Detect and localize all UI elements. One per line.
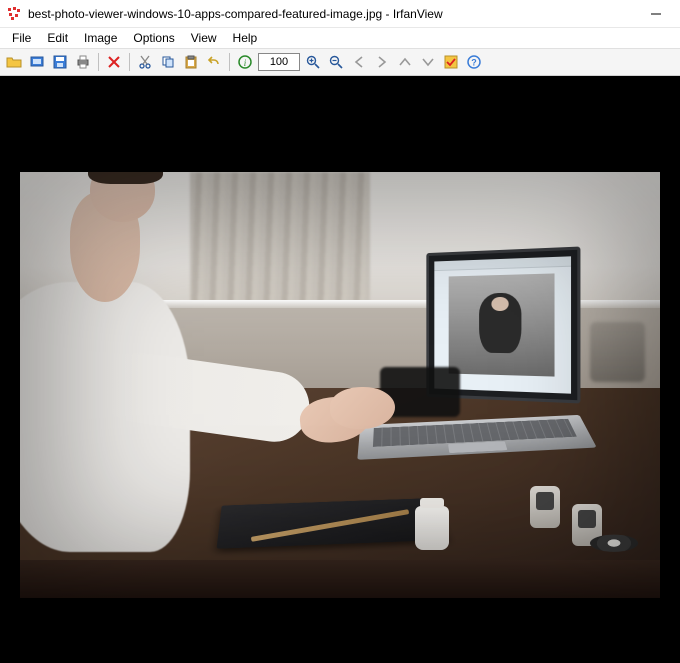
info-button[interactable]: i [235, 52, 255, 72]
displayed-image [20, 172, 660, 598]
window-title: best-photo-viewer-windows-10-apps-compar… [28, 7, 642, 21]
settings-button[interactable] [441, 52, 461, 72]
first-image-button[interactable] [395, 52, 415, 72]
menu-edit[interactable]: Edit [39, 29, 76, 47]
slideshow-button[interactable] [27, 52, 47, 72]
menu-help[interactable]: Help [225, 29, 266, 47]
next-image-button[interactable] [372, 52, 392, 72]
delete-button[interactable] [104, 52, 124, 72]
menubar: File Edit Image Options View Help [0, 28, 680, 48]
toolbar-separator [229, 53, 230, 71]
window-controls [642, 4, 674, 24]
paste-button[interactable] [181, 52, 201, 72]
toolbar: i ? [0, 48, 680, 76]
menu-view[interactable]: View [183, 29, 225, 47]
print-button[interactable] [73, 52, 93, 72]
toolbar-separator [98, 53, 99, 71]
menu-image[interactable]: Image [76, 29, 125, 47]
titlebar: best-photo-viewer-windows-10-apps-compar… [0, 0, 680, 28]
about-button[interactable]: ? [464, 52, 484, 72]
toolbar-separator [129, 53, 130, 71]
save-button[interactable] [50, 52, 70, 72]
svg-text:i: i [244, 58, 247, 68]
svg-text:?: ? [471, 58, 477, 68]
image-canvas[interactable] [0, 76, 680, 663]
undo-button[interactable] [204, 52, 224, 72]
open-button[interactable] [4, 52, 24, 72]
zoom-in-button[interactable] [303, 52, 323, 72]
last-image-button[interactable] [418, 52, 438, 72]
zoom-input[interactable] [258, 53, 300, 71]
copy-button[interactable] [158, 52, 178, 72]
menu-options[interactable]: Options [125, 29, 182, 47]
zoom-out-button[interactable] [326, 52, 346, 72]
app-icon [6, 6, 22, 22]
cut-button[interactable] [135, 52, 155, 72]
menu-file[interactable]: File [4, 29, 39, 47]
prev-image-button[interactable] [349, 52, 369, 72]
minimize-button[interactable] [642, 4, 670, 24]
